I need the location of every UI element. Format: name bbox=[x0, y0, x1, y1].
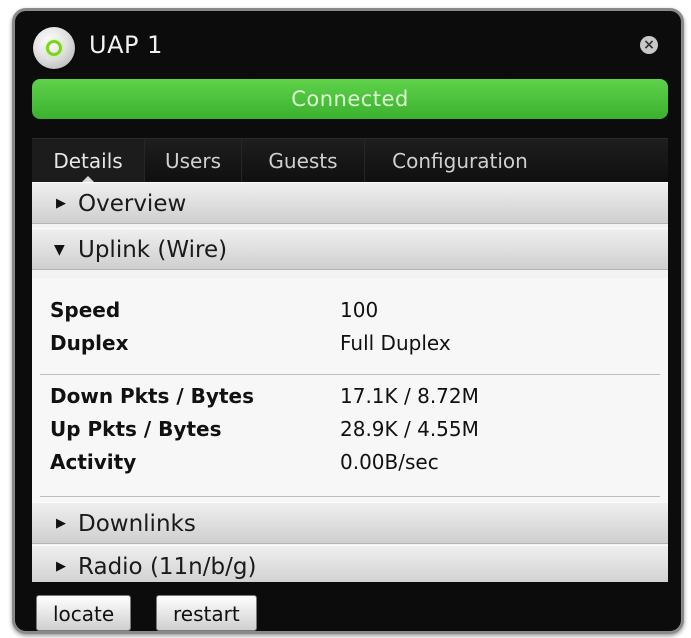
section-downlinks-label: Downlinks bbox=[78, 511, 196, 537]
triangle-right-icon: ▶ bbox=[56, 196, 66, 211]
detail-value: 0.00B/sec bbox=[340, 450, 439, 474]
detail-row-duplex: Duplex Full Duplex bbox=[50, 331, 650, 361]
section-overview[interactable]: ▶ Overview bbox=[32, 182, 668, 224]
access-point-icon bbox=[33, 27, 75, 69]
section-uplink-label: Uplink (Wire) bbox=[78, 237, 228, 263]
locate-button[interactable]: locate bbox=[36, 595, 132, 631]
tab-details[interactable]: Details bbox=[32, 139, 145, 184]
detail-key: Down Pkts / Bytes bbox=[50, 384, 254, 408]
divider bbox=[40, 496, 660, 497]
device-title: UAP 1 bbox=[89, 31, 163, 59]
detail-value: Full Duplex bbox=[340, 331, 451, 355]
details-content: ▶ Overview ▼ Uplink (Wire) Speed 100 Dup… bbox=[32, 182, 668, 582]
button-bar: locate restart bbox=[32, 587, 668, 633]
detail-row-speed: Speed 100 bbox=[50, 298, 650, 328]
detail-key: Up Pkts / Bytes bbox=[50, 417, 222, 441]
section-radio-label: Radio (11n/b/g) bbox=[78, 554, 257, 580]
detail-key: Duplex bbox=[50, 331, 129, 355]
section-downlinks[interactable]: ▶ Downlinks bbox=[32, 502, 668, 544]
uplink-details: Speed 100 Duplex Full Duplex Down Pkts /… bbox=[32, 278, 668, 502]
section-overview-label: Overview bbox=[78, 191, 187, 217]
tab-guests[interactable]: Guests bbox=[242, 139, 365, 183]
tab-users[interactable]: Users bbox=[145, 139, 242, 183]
device-panel: UAP 1 × Connected Details Users Guests C… bbox=[12, 8, 684, 634]
section-uplink[interactable]: ▼ Uplink (Wire) bbox=[32, 228, 668, 270]
restart-button[interactable]: restart bbox=[156, 595, 257, 631]
tab-bar: Details Users Guests Configuration bbox=[32, 138, 668, 184]
title-bar: UAP 1 × bbox=[15, 11, 681, 83]
detail-row-down: Down Pkts / Bytes 17.1K / 8.72M bbox=[50, 384, 650, 414]
detail-key: Activity bbox=[50, 450, 137, 474]
triangle-down-icon: ▼ bbox=[54, 242, 65, 258]
detail-row-activity: Activity 0.00B/sec bbox=[50, 450, 650, 480]
divider bbox=[40, 374, 660, 375]
detail-value: 100 bbox=[340, 298, 379, 322]
triangle-right-icon: ▶ bbox=[56, 559, 66, 574]
section-radio[interactable]: ▶ Radio (11n/b/g) bbox=[32, 545, 668, 582]
status-badge: Connected bbox=[32, 79, 668, 119]
tab-configuration[interactable]: Configuration bbox=[365, 139, 555, 183]
detail-row-up: Up Pkts / Bytes 28.9K / 4.55M bbox=[50, 417, 650, 447]
detail-value: 28.9K / 4.55M bbox=[340, 417, 479, 441]
status-led-icon bbox=[46, 40, 62, 56]
triangle-right-icon: ▶ bbox=[56, 516, 66, 531]
detail-value: 17.1K / 8.72M bbox=[340, 384, 479, 408]
detail-key: Speed bbox=[50, 298, 121, 322]
close-icon[interactable]: × bbox=[640, 36, 658, 54]
